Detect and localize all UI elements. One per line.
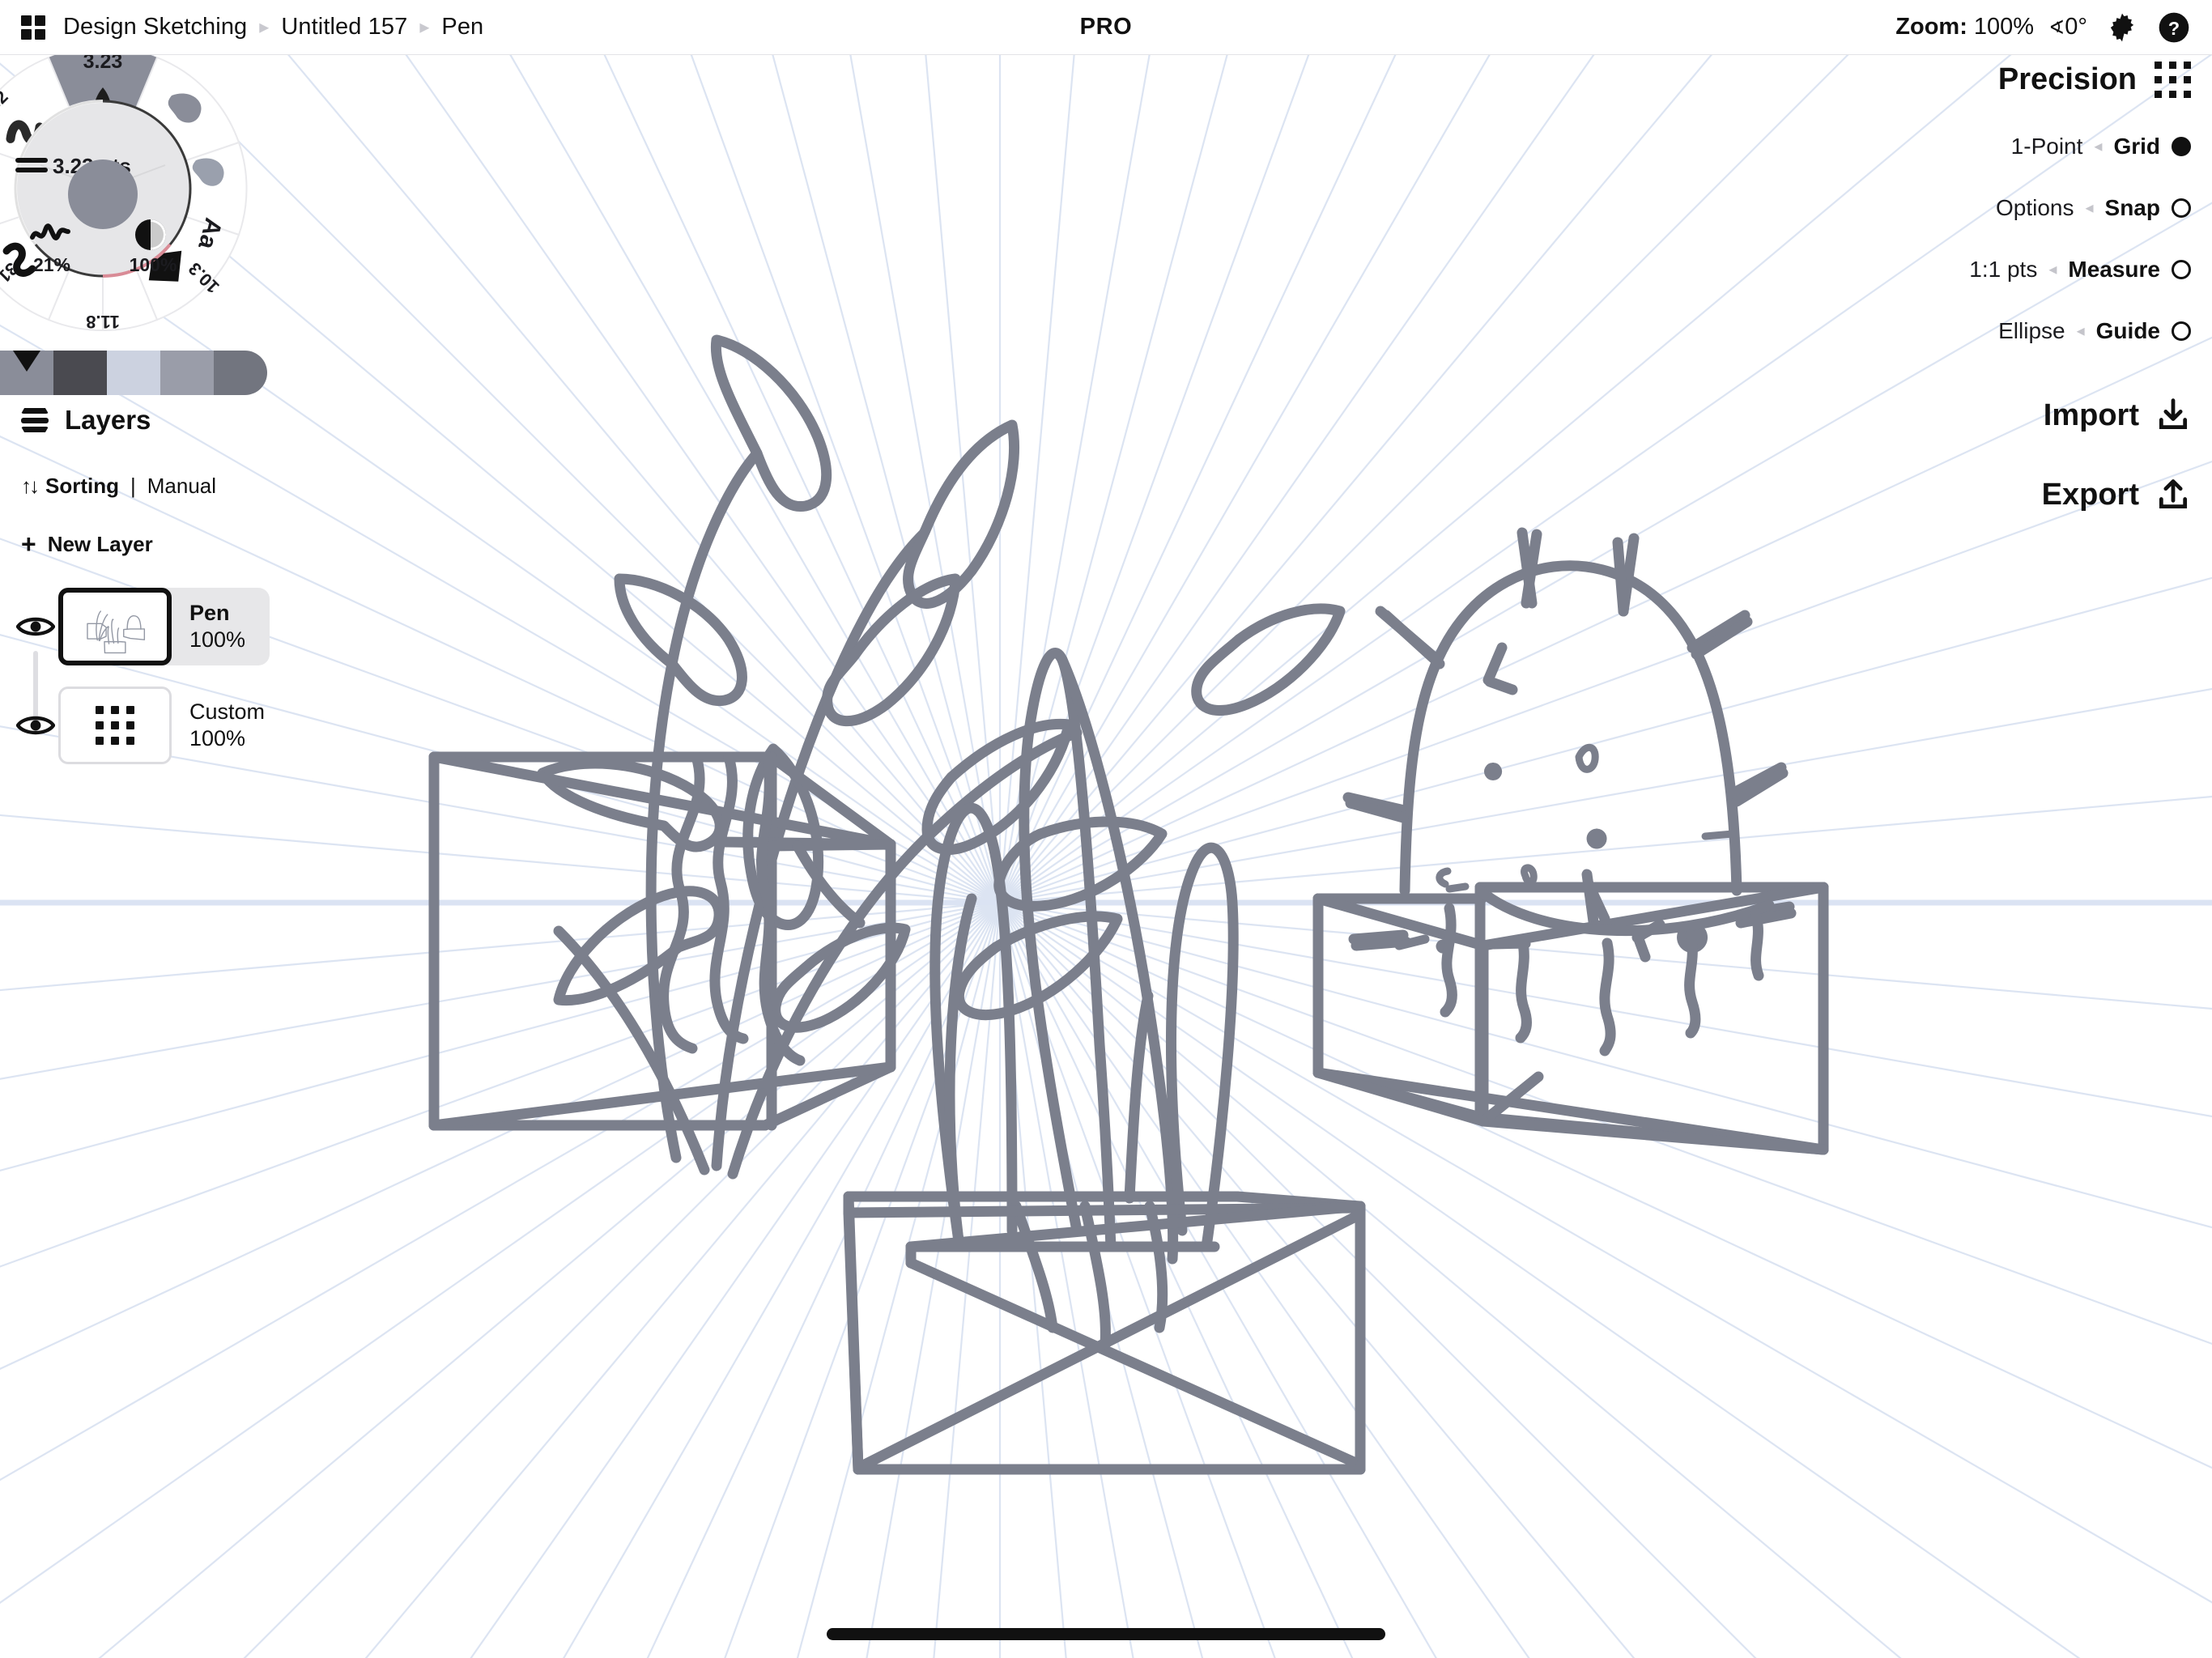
zoom-indicator[interactable]: Zoom: 100% ∢0° (1895, 14, 2087, 40)
gear-icon[interactable] (2105, 11, 2139, 45)
measure-label: Measure (2068, 257, 2160, 282)
layer-card[interactable]: Custom 100% (58, 687, 289, 764)
precision-row-measure[interactable]: 1:1 pts ◂ Measure (1969, 257, 2191, 283)
guide-toggle[interactable] (2172, 321, 2191, 341)
app-menu-grid-icon[interactable] (21, 15, 45, 40)
grid-mode-value[interactable]: 1-Point (2011, 134, 2083, 159)
layer-opacity: 100% (189, 627, 246, 652)
zoom-label: Zoom: (1895, 14, 1967, 40)
opacity-value: 100% (130, 254, 177, 275)
breadcrumb-item-document[interactable]: Untitled 157 (281, 14, 407, 40)
cactus (1342, 527, 1797, 963)
import-label: Import (2043, 397, 2139, 432)
color-swatch-3[interactable] (160, 351, 214, 395)
download-icon (2159, 398, 2188, 430)
measure-toggle[interactable] (2172, 260, 2191, 279)
chevron-left-icon[interactable]: ◂ (2048, 261, 2057, 278)
layer-meta: Pen 100% (189, 600, 245, 654)
angle-icon: ∢ (2048, 17, 2065, 39)
sorting-row[interactable]: ↑↓ Sorting | Manual (0, 474, 267, 499)
smoothing-value: 21% (33, 254, 70, 275)
precision-panel: Precision 1-Point ◂ Grid Options ◂ Snap … (1969, 62, 2191, 512)
color-swatch-0[interactable] (0, 351, 53, 395)
brush-size-wheel[interactable]: 3.23 1.32 10.3 11.8 31.3 Aa 3.23 pts (0, 15, 277, 363)
precision-title: Precision (1997, 62, 2137, 96)
wheel-label-118: 11.8 (86, 312, 120, 332)
chevron-left-icon[interactable]: ◂ (2085, 200, 2093, 216)
layers-title: Layers (65, 405, 151, 435)
snap-options-value[interactable]: Options (1996, 195, 2074, 221)
wheel-center-knob (68, 159, 138, 229)
layer-name: Pen (189, 600, 230, 625)
svg-text:?: ? (2168, 18, 2180, 39)
layer-card[interactable]: Pen 100% (58, 588, 270, 665)
layer-opacity: 100% (189, 726, 246, 750)
layer-stack-icon (21, 408, 49, 432)
measure-ratio-value[interactable]: 1:1 pts (1969, 257, 2037, 283)
sort-arrows-icon: ↑↓ (21, 474, 40, 498)
grid-label: Grid (2113, 134, 2160, 159)
snap-label: Snap (2104, 195, 2160, 220)
dot-grid-icon[interactable] (2155, 62, 2191, 98)
color-swatch-bar[interactable] (0, 351, 267, 395)
precision-row-snap[interactable]: Options ◂ Snap (1969, 195, 2191, 221)
zoom-value: 100% (1973, 14, 2035, 40)
dot-grid-icon (96, 706, 134, 745)
layers-header[interactable]: Layers (0, 405, 267, 436)
layers-panel: Layers ↑↓ Sorting | Manual + New Layer P… (0, 405, 270, 771)
angle-value: 0° (2065, 14, 2087, 40)
export-label: Export (2041, 477, 2139, 512)
guide-shape-value[interactable]: Ellipse (1998, 318, 2065, 344)
layer-list: Pen 100% Custom 100% (0, 581, 270, 771)
layer-meta: Custom 100% (189, 699, 265, 753)
chevron-left-icon[interactable]: ◂ (2094, 138, 2102, 155)
layer-row-custom[interactable]: Custom 100% (0, 680, 267, 771)
layer-thumbnail[interactable] (58, 687, 172, 764)
top-bar: Design Sketching ▸ Untitled 157 ▸ Pen PR… (0, 0, 2212, 55)
snap-toggle[interactable] (2172, 198, 2191, 218)
export-button[interactable]: Export (1969, 477, 2191, 512)
precision-row-grid[interactable]: 1-Point ◂ Grid (1969, 134, 2191, 159)
upload-icon (2159, 479, 2188, 509)
new-layer-button[interactable]: + New Layer (0, 531, 267, 557)
sketch-artwork (428, 334, 1829, 1475)
breadcrumb-separator-icon: ▸ (419, 15, 430, 38)
sorting-value: Manual (147, 474, 217, 498)
pro-badge: PRO (1079, 14, 1133, 40)
breadcrumb-separator-icon: ▸ (259, 15, 270, 38)
sorting-divider: | (130, 474, 136, 498)
import-button[interactable]: Import (1969, 397, 2191, 433)
color-swatch-4[interactable] (214, 351, 267, 395)
opacity-icon (135, 219, 166, 250)
breadcrumb: Design Sketching ▸ Untitled 157 ▸ Pen (63, 14, 483, 40)
layer-row-pen[interactable]: Pen 100% (0, 581, 270, 672)
drawing-canvas[interactable] (0, 0, 2212, 1658)
layer-name: Custom (189, 699, 266, 724)
breadcrumb-item-app[interactable]: Design Sketching (63, 14, 247, 40)
new-layer-label: New Layer (47, 531, 153, 556)
guide-label: Guide (2095, 318, 2160, 343)
sorting-label: Sorting (45, 474, 119, 498)
layer-thumbnail[interactable] (58, 588, 172, 665)
precision-header[interactable]: Precision (1969, 62, 2191, 98)
eye-icon[interactable] (13, 713, 58, 738)
home-indicator-bar (827, 1628, 1385, 1640)
eye-icon[interactable] (13, 614, 58, 639)
color-swatch-1[interactable] (53, 351, 107, 395)
color-swatch-2[interactable] (107, 351, 160, 395)
chevron-left-icon[interactable]: ◂ (2077, 323, 2085, 339)
help-circle-icon[interactable]: ? (2157, 11, 2191, 45)
plus-icon: + (21, 529, 36, 559)
breadcrumb-item-layer[interactable]: Pen (441, 14, 483, 40)
grid-toggle[interactable] (2172, 137, 2191, 156)
precision-row-guide[interactable]: Ellipse ◂ Guide (1969, 318, 2191, 344)
